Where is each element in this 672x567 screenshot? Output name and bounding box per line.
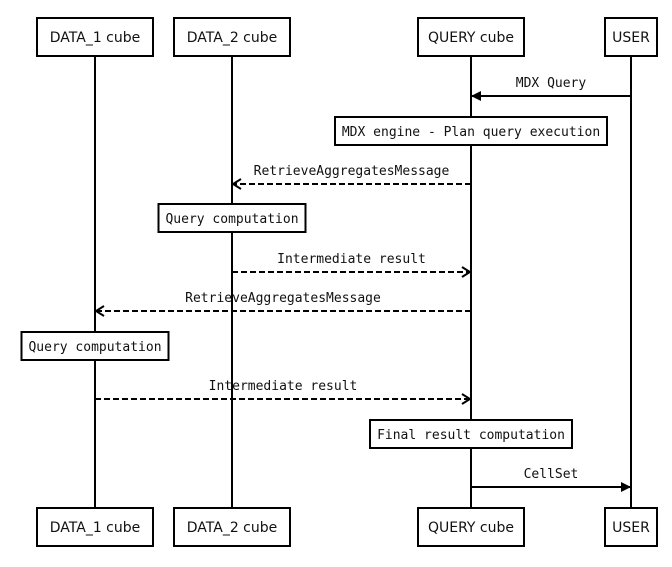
message-10: CellSet <box>471 467 631 492</box>
note-label: Query computation <box>28 340 161 355</box>
message-label: Intermediate result <box>209 379 358 394</box>
participant-label: DATA_1 cube <box>50 30 141 46</box>
message-5: Intermediate result <box>232 252 470 272</box>
note-9: Final result computation <box>369 419 573 449</box>
participant-label: QUERY cube <box>428 520 514 536</box>
message-3: RetrieveAggregatesMessage <box>233 164 471 184</box>
participant-label: QUERY cube <box>428 30 514 46</box>
note-label: MDX engine - Plan query execution <box>342 125 600 140</box>
message-8: Intermediate result <box>95 379 470 399</box>
note-4: Query computation <box>157 203 307 233</box>
participant-data2-bottom: DATA_2 cube <box>173 507 291 547</box>
participant-data1-bottom: DATA_1 cube <box>36 507 154 547</box>
participant-data1-top: DATA_1 cube <box>36 17 154 57</box>
note-7: Query computation <box>20 331 170 361</box>
participant-label: USER <box>612 520 650 536</box>
message-label: CellSet <box>524 467 579 482</box>
message-label: MDX Query <box>516 76 587 91</box>
message-6: RetrieveAggregatesMessage <box>96 291 471 311</box>
participant-label: DATA_1 cube <box>50 520 141 536</box>
participant-query-top: QUERY cube <box>417 17 525 57</box>
participant-query-bottom: QUERY cube <box>417 507 525 547</box>
message-label: RetrieveAggregatesMessage <box>254 164 450 179</box>
participant-data2-top: DATA_2 cube <box>173 17 291 57</box>
participant-user-top: USER <box>604 17 658 57</box>
message-label: Intermediate result <box>277 252 426 267</box>
message-1: MDX Query <box>471 76 631 101</box>
message-label: RetrieveAggregatesMessage <box>185 291 381 306</box>
note-label: Final result computation <box>377 428 565 443</box>
sequence-diagram: MDX Query MDX engine - Plan query executi… <box>20 17 658 547</box>
note-2: MDX engine - Plan query execution <box>334 116 608 146</box>
participant-label: DATA_2 cube <box>187 520 278 536</box>
participant-label: USER <box>612 30 650 46</box>
note-label: Query computation <box>165 212 298 227</box>
participant-user-bottom: USER <box>604 507 658 547</box>
participant-label: DATA_2 cube <box>187 30 278 46</box>
